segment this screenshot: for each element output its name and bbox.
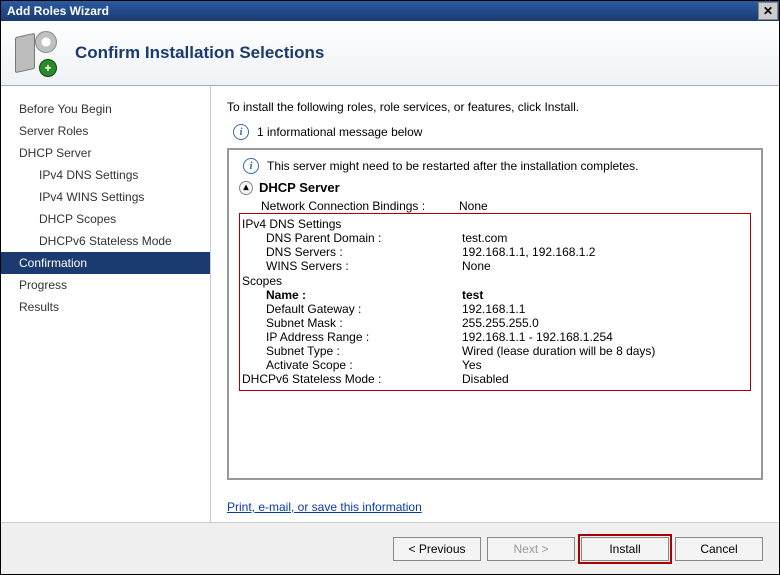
role-section-header: ▴ DHCP Server: [239, 180, 751, 195]
activate-scope-value: Yes: [462, 358, 482, 372]
highlighted-settings-box: IPv4 DNS Settings DNS Parent Domain :tes…: [239, 213, 751, 391]
nav-ipv4-dns-settings[interactable]: IPv4 DNS Settings: [1, 164, 210, 186]
restart-warning-text: This server might need to be restarted a…: [267, 159, 639, 173]
ipv4-dns-heading: IPv4 DNS Settings: [242, 217, 748, 231]
scopes-heading: Scopes: [242, 274, 748, 288]
nav-dhcp-server[interactable]: DHCP Server: [1, 142, 210, 164]
print-email-save-link[interactable]: Print, e-mail, or save this information: [227, 500, 763, 514]
wizard-body: Before You Begin Server Roles DHCP Serve…: [1, 86, 779, 522]
dns-parent-domain-value: test.com: [462, 231, 507, 245]
subnet-type-label: Subnet Type :: [242, 344, 462, 358]
scope-name-label: Name :: [242, 288, 462, 302]
nav-confirmation[interactable]: Confirmation: [1, 252, 210, 274]
next-button: Next >: [487, 537, 575, 561]
install-button[interactable]: Install: [581, 537, 669, 561]
confirmation-details-panel: i This server might need to be restarted…: [227, 148, 763, 480]
subnet-type-value: Wired (lease duration will be 8 days): [462, 344, 655, 358]
subnet-mask-value: 255.255.255.0: [462, 316, 539, 330]
dns-servers-value: 192.168.1.1, 192.168.1.2: [462, 245, 595, 259]
nav-results[interactable]: Results: [1, 296, 210, 318]
info-message-line: i 1 informational message below: [233, 124, 763, 140]
wizard-button-bar: < Previous Next > Install Cancel: [1, 522, 779, 574]
server-role-icon: +: [11, 29, 59, 77]
window-title: Add Roles Wizard: [7, 4, 109, 18]
close-button[interactable]: ✕: [758, 2, 778, 20]
stateless-mode-label: DHCPv6 Stateless Mode :: [242, 372, 462, 386]
nav-dhcp-scopes[interactable]: DHCP Scopes: [1, 208, 210, 230]
activate-scope-label: Activate Scope :: [242, 358, 462, 372]
page-heading: Confirm Installation Selections: [75, 43, 324, 63]
previous-button[interactable]: < Previous: [393, 537, 481, 561]
ip-range-label: IP Address Range :: [242, 330, 462, 344]
scope-name-value: test: [462, 288, 483, 302]
info-message-text: 1 informational message below: [257, 125, 422, 139]
nav-ipv4-wins-settings[interactable]: IPv4 WINS Settings: [1, 186, 210, 208]
wizard-nav: Before You Begin Server Roles DHCP Serve…: [1, 86, 211, 522]
bindings-value: None: [459, 199, 488, 213]
dns-parent-domain-label: DNS Parent Domain :: [242, 231, 462, 245]
wizard-header: + Confirm Installation Selections: [1, 21, 779, 86]
titlebar: Add Roles Wizard ✕: [1, 1, 779, 21]
info-icon: i: [243, 158, 259, 174]
stateless-mode-value: Disabled: [462, 372, 509, 386]
wins-servers-label: WINS Servers :: [242, 259, 462, 273]
nav-progress[interactable]: Progress: [1, 274, 210, 296]
default-gateway-label: Default Gateway :: [242, 302, 462, 316]
content-pane: To install the following roles, role ser…: [211, 86, 779, 522]
dns-servers-label: DNS Servers :: [242, 245, 462, 259]
nav-server-roles[interactable]: Server Roles: [1, 120, 210, 142]
ip-range-value: 192.168.1.1 - 192.168.1.254: [462, 330, 613, 344]
nav-dhcpv6-stateless-mode[interactable]: DHCPv6 Stateless Mode: [1, 230, 210, 252]
wizard-icon: +: [11, 29, 59, 77]
cancel-button[interactable]: Cancel: [675, 537, 763, 561]
nav-before-you-begin[interactable]: Before You Begin: [1, 98, 210, 120]
info-icon: i: [233, 124, 249, 140]
intro-text: To install the following roles, role ser…: [227, 100, 763, 114]
add-roles-wizard-window: Add Roles Wizard ✕ + Confirm Installatio…: [0, 0, 780, 575]
collapse-toggle-icon[interactable]: ▴: [239, 181, 253, 195]
subnet-mask-label: Subnet Mask :: [242, 316, 462, 330]
close-icon: ✕: [763, 4, 773, 18]
role-section-title: DHCP Server: [259, 180, 340, 195]
wins-servers-value: None: [462, 259, 491, 273]
bindings-label: Network Connection Bindings :: [239, 199, 459, 213]
default-gateway-value: 192.168.1.1: [462, 302, 525, 316]
